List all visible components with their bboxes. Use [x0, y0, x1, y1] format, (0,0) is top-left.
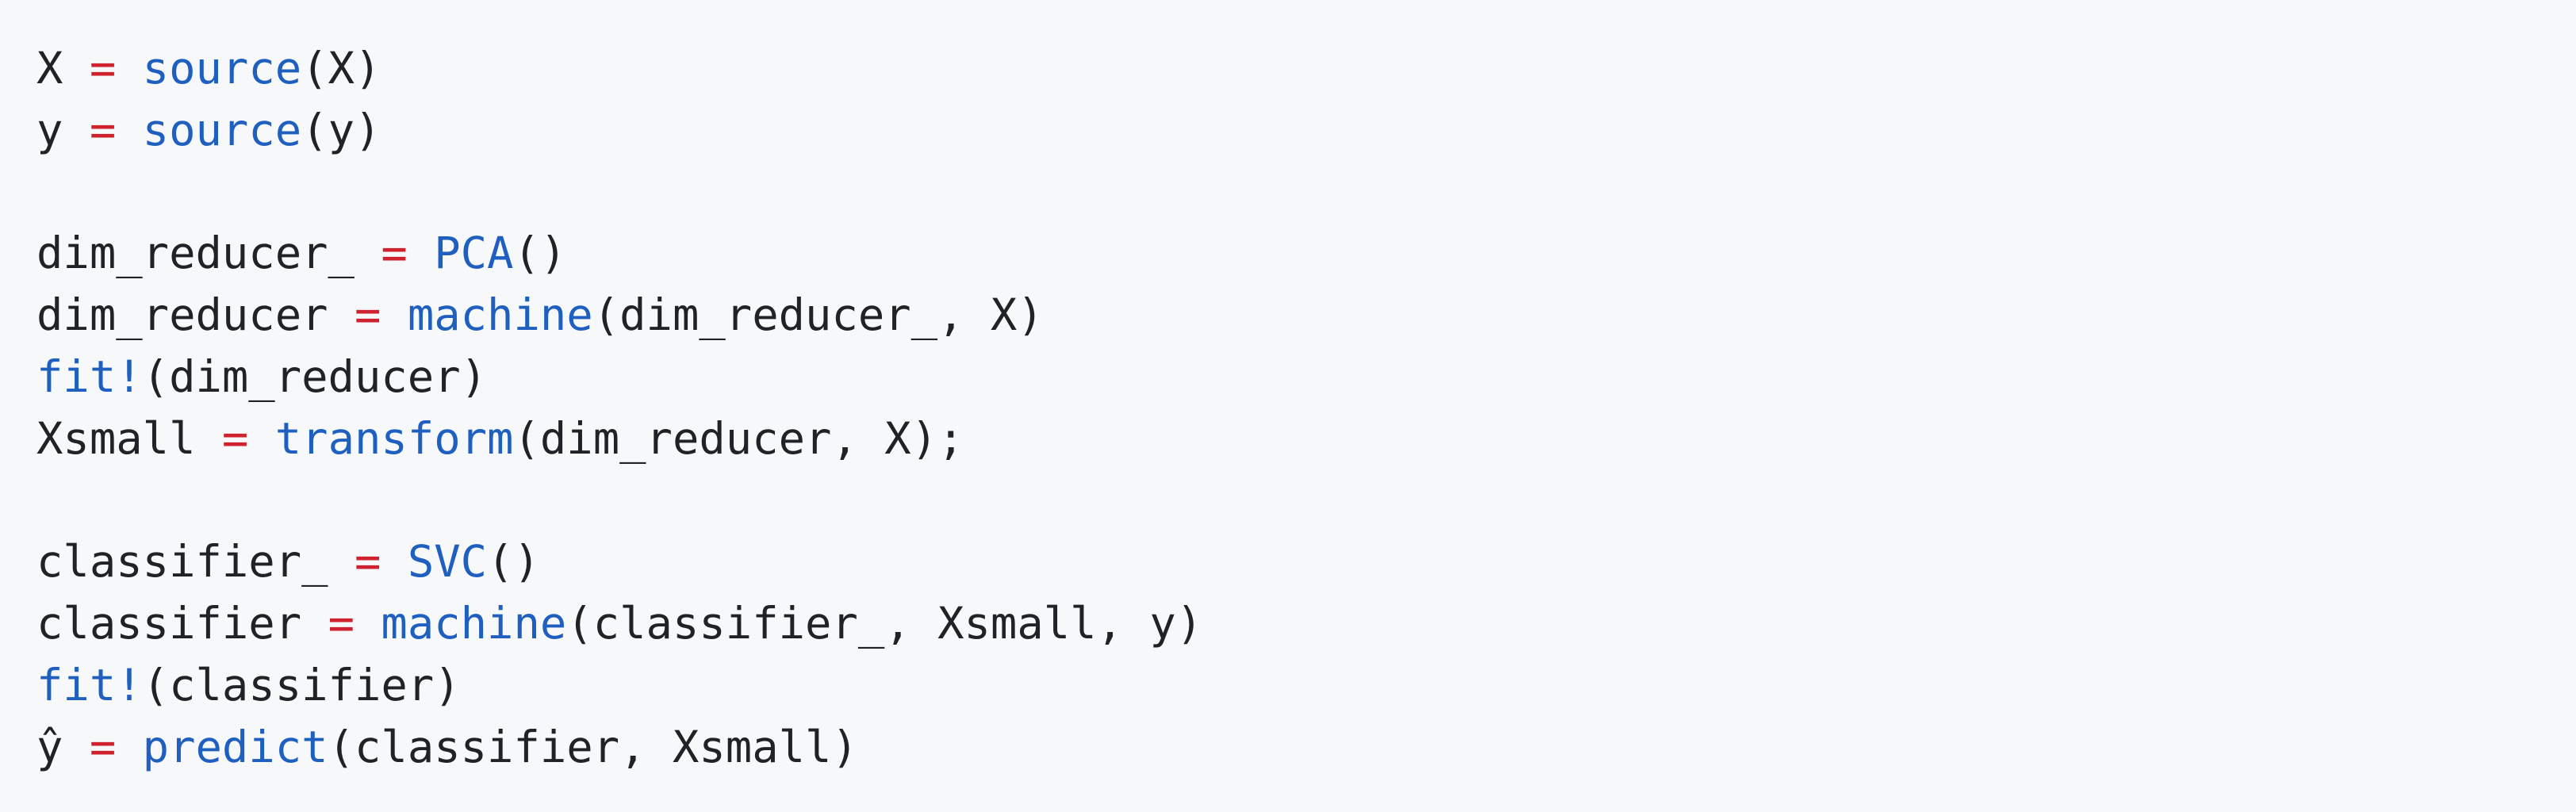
code-punctuation: (y): [301, 104, 381, 156]
code-identifier: classifier: [36, 598, 328, 650]
code-line: classifier = machine(classifier_, Xsmall…: [36, 593, 2576, 655]
code-identifier: X: [36, 43, 90, 94]
code-identifier: [116, 43, 142, 94]
code-punctuation: (): [487, 536, 540, 588]
code-function: predict: [142, 721, 328, 773]
code-line: dim_reducer = machine(dim_reducer_, X): [36, 285, 2576, 347]
code-function: machine: [381, 598, 567, 650]
code-line: y = source(y): [36, 100, 2576, 162]
code-operator: =: [89, 721, 117, 773]
code-identifier: [381, 289, 407, 341]
code-punctuation: (classifier_, Xsmall, y): [566, 598, 1203, 650]
code-operator: =: [89, 43, 117, 94]
code-punctuation: (X): [301, 43, 381, 94]
code-punctuation: (): [513, 228, 567, 280]
code-identifier: [116, 722, 142, 773]
code-line: X = source(X): [36, 38, 2576, 100]
code-operator: =: [221, 412, 249, 465]
code-identifier: [408, 228, 434, 279]
code-operator: =: [89, 104, 117, 156]
code-operator: =: [354, 536, 381, 588]
code-operator: =: [328, 598, 355, 650]
code-identifier: [355, 598, 381, 649]
code-punctuation: (classifier): [142, 659, 461, 711]
code-line: Xsmall = transform(dim_reducer, X);: [36, 408, 2576, 470]
code-identifier: [116, 105, 142, 156]
code-identifier: classifier_: [36, 536, 355, 588]
code-function: source: [142, 104, 302, 156]
code-identifier: dim_reducer_: [36, 228, 381, 280]
code-identifier: y: [36, 104, 90, 156]
code-function: fit!: [36, 659, 143, 711]
code-line: ŷ = predict(classifier, Xsmall): [36, 717, 2576, 779]
code-function: source: [142, 43, 302, 94]
code-identifier: [381, 536, 407, 588]
code-listing: X = source(X) y = source(y) dim_reducer_ =…: [36, 38, 2576, 779]
code-punctuation: (dim_reducer, X);: [513, 412, 964, 465]
code-identifier: Xsmall: [36, 412, 222, 465]
code-block: X = source(X) y = source(y) dim_reducer_ =…: [0, 0, 2576, 812]
code-punctuation: (dim_reducer): [142, 350, 488, 403]
code-punctuation: (classifier, Xsmall): [328, 721, 858, 773]
code-line: fit!(classifier): [36, 655, 2576, 717]
code-function: fit!: [36, 350, 143, 403]
code-punctuation: (dim_reducer_, X): [592, 289, 1044, 342]
code-operator: =: [354, 289, 381, 342]
code-line: fit!(dim_reducer): [36, 347, 2576, 408]
code-identifier: dim_reducer: [36, 289, 355, 342]
code-line: dim_reducer_ = PCA(): [36, 223, 2576, 285]
code-function: machine: [407, 289, 593, 342]
code-line: classifier_ = SVC(): [36, 531, 2576, 593]
code-function: SVC: [407, 536, 488, 588]
code-operator: =: [381, 228, 408, 280]
code-function: PCA: [434, 228, 514, 280]
code-identifier: ŷ: [36, 721, 90, 773]
code-identifier: [248, 413, 274, 465]
code-function: transform: [274, 412, 514, 465]
